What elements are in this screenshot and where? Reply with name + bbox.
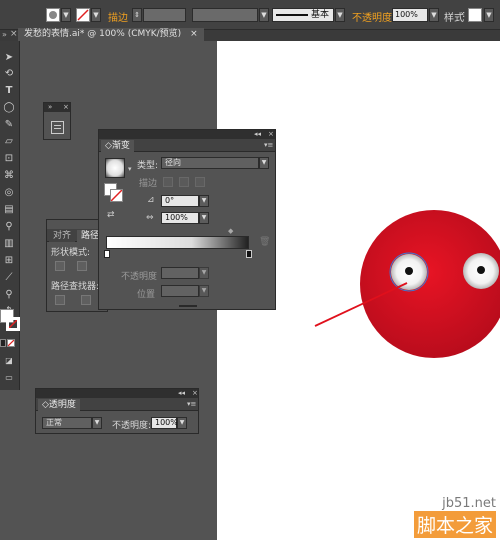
gradient-stop-right[interactable] <box>246 250 252 258</box>
stop-location-arrow[interactable]: ▼ <box>199 285 209 297</box>
blend-mode-arrow[interactable]: ▼ <box>92 417 102 429</box>
opacity-field[interactable]: 100% <box>151 417 178 429</box>
gradient-thumbnail[interactable] <box>105 158 125 178</box>
watermark-site: jb51.net <box>442 496 496 511</box>
panel-menu-icon[interactable]: ▾≡ <box>187 401 196 408</box>
type-dropdown[interactable]: 径向 <box>161 157 259 169</box>
gradient-stroke-box[interactable] <box>110 189 123 202</box>
angle-field[interactable]: 0° <box>161 195 199 207</box>
close-icon[interactable]: × <box>268 131 274 138</box>
stop-opacity-arrow[interactable]: ▼ <box>199 267 209 279</box>
opacity-label: 不透明度: <box>112 421 152 431</box>
unite-button[interactable] <box>55 261 65 271</box>
resize-grip[interactable] <box>179 305 197 307</box>
aspect-ratio-field[interactable]: 100% <box>161 212 199 224</box>
shape-modes-label: 形状模式: <box>51 248 91 258</box>
midpoint-diamond[interactable]: ◆ <box>228 228 233 235</box>
collapse-icon[interactable]: ◂◂ <box>178 390 185 397</box>
close-icon[interactable]: × <box>63 104 69 111</box>
location-label: 位置 <box>137 290 156 300</box>
panel-menu-icon[interactable]: ▾≡ <box>264 142 273 149</box>
tab-gradient[interactable]: ◇渐变 <box>101 140 134 152</box>
aspect-ratio-icon: ⇔ <box>146 213 154 223</box>
delete-stop-icon[interactable]: 🗑 <box>259 238 270 247</box>
angle-icon: ⊿ <box>147 195 155 205</box>
watermark: jb51.net 脚本之家 <box>413 496 496 538</box>
type-label: 类型: <box>137 161 159 171</box>
stroke-within-button[interactable] <box>163 177 173 187</box>
stroke-across-button[interactable] <box>195 177 205 187</box>
aspect-ratio-arrow[interactable]: ▼ <box>199 212 209 224</box>
right-pupil[interactable] <box>477 266 485 274</box>
tab-align[interactable]: 对齐 <box>49 230 76 242</box>
collapsed-panel: » × <box>43 102 71 140</box>
stop-opacity-field[interactable] <box>161 267 199 279</box>
transparency-panel: ◂◂ × ◇透明度 ▾≡ 正常 ▼ 不透明度: 100% ▼ <box>35 388 199 434</box>
blend-mode-dropdown[interactable]: 正常 <box>42 417 92 429</box>
left-pupil[interactable] <box>405 267 413 275</box>
gradient-slider[interactable] <box>106 236 249 249</box>
stop-location-field[interactable] <box>161 285 199 297</box>
expand-icon[interactable]: » <box>48 104 52 111</box>
watermark-name: 脚本之家 <box>413 511 496 538</box>
stroke-along-button[interactable] <box>179 177 189 187</box>
opacity-arrow[interactable]: ▼ <box>177 417 187 429</box>
reverse-gradient-icon[interactable]: ⇄ <box>107 211 115 220</box>
gradient-stop-left[interactable] <box>104 250 110 258</box>
opacity-label: 不透明度 <box>121 272 158 282</box>
tab-transparency[interactable]: ◇透明度 <box>38 399 80 411</box>
divide-button[interactable] <box>55 295 65 305</box>
close-icon[interactable]: × <box>192 390 198 397</box>
gradient-preset-arrow[interactable]: ▾ <box>128 166 132 173</box>
minus-front-button[interactable] <box>77 261 87 271</box>
trim-button[interactable] <box>81 295 91 305</box>
gradient-panel: ◂◂ × ◇渐变 ▾≡ ▾ 类型: 径向 ▼ 描边 ⇄ ⊿ 0° ▼ ⇔ 100… <box>98 129 276 310</box>
collapse-icon[interactable]: ◂◂ <box>254 131 261 138</box>
stroke-label: 描边 <box>139 179 158 189</box>
layers-icon[interactable] <box>51 121 64 134</box>
pathfinders-label: 路径查找器: <box>51 282 100 292</box>
angle-arrow[interactable]: ▼ <box>199 195 209 207</box>
type-dropdown-arrow[interactable]: ▼ <box>259 157 269 169</box>
